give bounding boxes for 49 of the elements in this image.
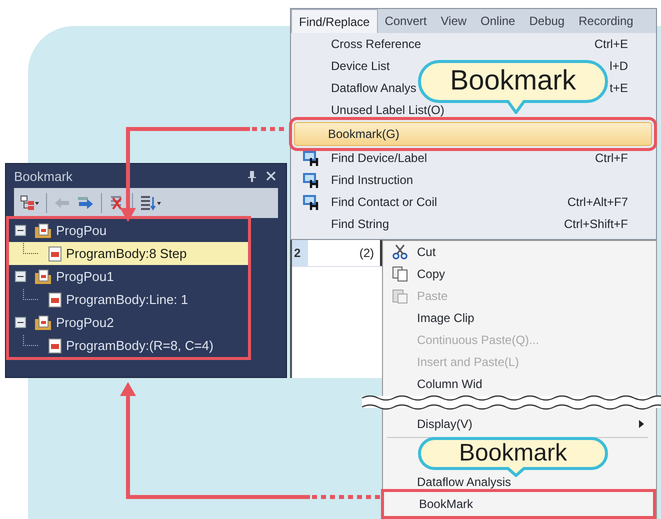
tree-item[interactable]: ProgramBody:Line: 1 [9,288,248,311]
program-file-icon [48,292,62,308]
tree-item[interactable]: ProgramBody:8 Step [9,242,248,265]
menu-item[interactable]: Find Device/Label Ctrl+F [291,147,656,169]
paste-icon [392,288,408,304]
program-file-icon [48,338,62,354]
tree-item[interactable]: ProgPou [9,219,248,242]
callout-label: Bookmark [450,64,576,96]
program-folder-icon [34,314,52,330]
menu-bar-item[interactable]: View [434,9,474,33]
submenu-arrow-icon [639,420,644,428]
menu-bar-item[interactable]: Find/Replace [291,9,378,33]
row-number: 2 [292,240,308,266]
collapse-icon[interactable] [15,317,26,328]
menu-bar-item[interactable]: Online [474,9,522,33]
menu-item[interactable]: Find Contact or Coil Ctrl+Alt+F7 [291,191,656,213]
program-folder-icon [34,268,52,284]
tree-icon[interactable] [20,194,40,212]
menu-item[interactable]: Cross Reference Ctrl+E [291,33,656,55]
close-icon[interactable] [266,171,276,181]
pin-icon[interactable] [247,170,257,182]
copy-icon [392,266,408,282]
panel-title: Bookmark [14,168,73,184]
tree-item[interactable]: ProgPou2 [9,311,248,334]
collapse-icon[interactable] [15,271,26,282]
menu-item[interactable]: Find Instruction [291,169,656,191]
menu-item[interactable]: Copy [383,263,656,285]
program-folder-icon [34,222,52,238]
menu-bar-item[interactable]: Debug [522,9,572,33]
menu-item[interactable]: Unused Label List(O) [291,99,656,121]
menu-item[interactable]: Dataflow Analysis [383,471,656,493]
callout-label: Bookmark [458,439,568,466]
menu-item[interactable]: Find String Ctrl+Shift+F [291,213,656,235]
find-icon [302,150,320,166]
collapse-icon[interactable] [15,225,26,236]
program-file-icon [48,246,62,262]
menu-item[interactable]: Display(V) [383,413,656,435]
menu-item[interactable]: Column Wid [383,373,656,395]
right-arrow-icon[interactable] [77,194,95,212]
list-sort-icon[interactable] [139,194,161,212]
menu-item[interactable]: Image Clip [383,307,656,329]
scissors-icon [392,244,408,260]
menu-item[interactable]: Cut [383,241,656,263]
menu-bar-item[interactable]: Convert [378,9,434,33]
find-icon [302,194,320,210]
tree-item[interactable]: ProgramBody:(R=8, C=4) [9,334,248,357]
find-icon [302,172,320,188]
tree-item[interactable]: ProgPou1 [9,265,248,288]
menu-bar-item[interactable]: Recording [572,9,640,33]
